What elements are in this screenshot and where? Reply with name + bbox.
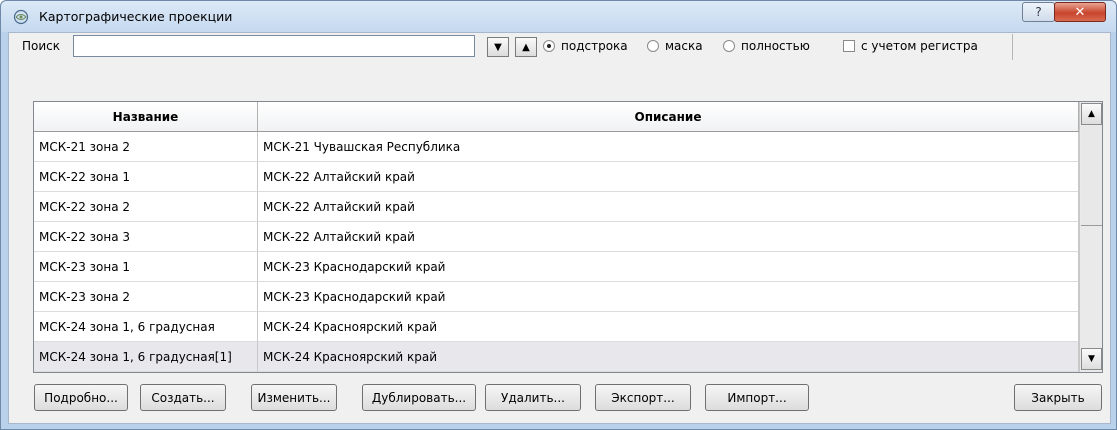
table-row[interactable]: МСК-22 зона 1 МСК-22 Алтайский край bbox=[34, 162, 1079, 192]
window-title: Картографические проекции bbox=[39, 9, 233, 24]
search-label: Поиск bbox=[22, 39, 61, 53]
case-sensitive-box[interactable] bbox=[843, 40, 855, 52]
column-header-name[interactable]: Название bbox=[34, 102, 258, 132]
details-button[interactable]: Подробно... bbox=[34, 384, 128, 411]
radio-full-label: полностью bbox=[741, 39, 810, 53]
toolbar-separator bbox=[1012, 34, 1013, 60]
projections-table: Название Описание МСК-21 зона 2 МСК-21 Ч… bbox=[33, 101, 1103, 373]
help-button[interactable]: ? bbox=[1022, 2, 1055, 22]
table-row[interactable]: МСК-21 зона 2 МСК-21 Чувашская Республик… bbox=[34, 132, 1079, 162]
case-sensitive-label: с учетом регистра bbox=[861, 39, 978, 53]
table-row[interactable]: МСК-24 зона 1, 6 градусная МСК-24 Красно… bbox=[34, 312, 1079, 342]
search-input[interactable] bbox=[73, 35, 475, 57]
table-body: МСК-21 зона 2 МСК-21 Чувашская Республик… bbox=[34, 132, 1079, 372]
cell-description: МСК-22 Алтайский край bbox=[258, 162, 1079, 192]
scroll-up-button[interactable]: ▲ bbox=[1081, 103, 1102, 125]
cell-description: МСК-24 Красноярский край bbox=[258, 342, 1079, 372]
radio-mask-label: маска bbox=[665, 39, 703, 53]
find-next-button[interactable]: ▼ bbox=[487, 37, 509, 57]
radio-substring[interactable]: подстрока bbox=[543, 39, 628, 53]
table-row[interactable]: МСК-23 зона 2 МСК-23 Краснодарский край bbox=[34, 282, 1079, 312]
cell-description: МСК-23 Краснодарский край bbox=[258, 282, 1079, 312]
arrow-up-icon: ▲ bbox=[522, 41, 530, 53]
scrollbar-thumb[interactable] bbox=[1081, 126, 1102, 226]
cell-description: МСК-23 Краснодарский край bbox=[258, 252, 1079, 282]
column-header-description[interactable]: Описание bbox=[258, 102, 1079, 132]
title-bar[interactable]: Картографические проекции ? ✕ bbox=[1, 1, 1116, 32]
cell-name: МСК-21 зона 2 bbox=[34, 132, 258, 162]
cell-name: МСК-23 зона 1 bbox=[34, 252, 258, 282]
cell-name: МСК-22 зона 3 bbox=[34, 222, 258, 252]
table-row[interactable]: МСК-22 зона 2 МСК-22 Алтайский край bbox=[34, 192, 1079, 222]
close-icon: ✕ bbox=[1074, 4, 1086, 20]
arrow-down-icon: ▼ bbox=[494, 41, 502, 53]
cell-name: МСК-23 зона 2 bbox=[34, 282, 258, 312]
find-previous-button[interactable]: ▲ bbox=[515, 37, 537, 57]
scroll-down-icon: ▼ bbox=[1088, 354, 1095, 364]
duplicate-button[interactable]: Дублировать... bbox=[362, 384, 476, 411]
cell-description: МСК-22 Алтайский край bbox=[258, 222, 1079, 252]
cell-description: МСК-24 Красноярский край bbox=[258, 312, 1079, 342]
projection-icon bbox=[13, 9, 29, 25]
close-button[interactable]: Закрыть bbox=[1014, 384, 1102, 411]
scroll-down-button[interactable]: ▼ bbox=[1081, 348, 1102, 370]
case-sensitive-checkbox[interactable]: с учетом регистра bbox=[843, 39, 978, 53]
cell-description: МСК-22 Алтайский край bbox=[258, 192, 1079, 222]
radio-full[interactable]: полностью bbox=[723, 39, 810, 53]
cell-name: МСК-24 зона 1, 6 градусная[1] bbox=[34, 342, 258, 372]
delete-button[interactable]: Удалить... bbox=[485, 384, 581, 411]
radio-substring-label: подстрока bbox=[561, 39, 628, 53]
scroll-up-icon: ▲ bbox=[1088, 109, 1095, 119]
cell-name: МСК-22 зона 1 bbox=[34, 162, 258, 192]
table-row-selected[interactable]: МСК-24 зона 1, 6 градусная[1] МСК-24 Кра… bbox=[34, 342, 1079, 372]
dialog-window: Картографические проекции ? ✕ Поиск ▼ ▲ … bbox=[0, 0, 1117, 430]
radio-full-indicator[interactable] bbox=[723, 40, 735, 52]
import-button[interactable]: Импорт... bbox=[705, 384, 809, 411]
close-window-button[interactable]: ✕ bbox=[1054, 2, 1106, 22]
table-row[interactable]: МСК-23 зона 1 МСК-23 Краснодарский край bbox=[34, 252, 1079, 282]
help-icon: ? bbox=[1035, 5, 1042, 19]
table-row[interactable]: МСК-22 зона 3 МСК-22 Алтайский край bbox=[34, 222, 1079, 252]
cell-description: МСК-21 Чувашская Республика bbox=[258, 132, 1079, 162]
table-header: Название Описание bbox=[34, 102, 1079, 132]
edit-button[interactable]: Изменить... bbox=[251, 384, 337, 411]
cell-name: МСК-22 зона 2 bbox=[34, 192, 258, 222]
cell-name: МСК-24 зона 1, 6 градусная bbox=[34, 312, 258, 342]
radio-substring-indicator[interactable] bbox=[543, 40, 555, 52]
radio-mask[interactable]: маска bbox=[647, 39, 703, 53]
export-button[interactable]: Экспорт... bbox=[595, 384, 691, 411]
radio-mask-indicator[interactable] bbox=[647, 40, 659, 52]
vertical-scrollbar[interactable]: ▲ ▼ bbox=[1079, 102, 1102, 372]
create-button[interactable]: Создать... bbox=[140, 384, 226, 411]
